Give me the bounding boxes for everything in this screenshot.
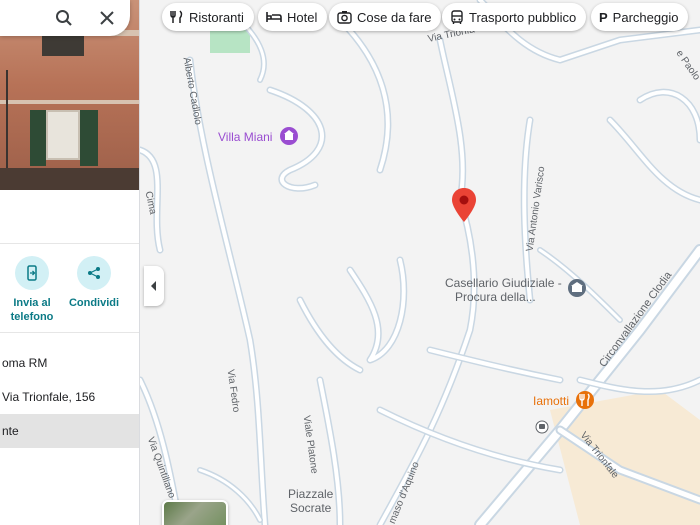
- share-icon: [77, 256, 111, 290]
- restaurant-marker-icon[interactable]: [575, 390, 595, 410]
- poi-villa-miani[interactable]: Villa Miani: [218, 130, 272, 144]
- chip-trasporto-pubblico-label: Trasporto pubblico: [469, 9, 577, 25]
- info-row-city[interactable]: oma RM: [0, 346, 139, 380]
- info-row-highlighted[interactable]: nte: [0, 414, 139, 448]
- close-button[interactable]: [94, 5, 120, 31]
- share-label: Condividi: [68, 297, 120, 309]
- camera-icon: [337, 10, 352, 24]
- chip-trasporto-pubblico[interactable]: Trasporto pubblico: [442, 3, 587, 31]
- poi-casellario-line1[interactable]: Casellario Giudiziale -: [445, 276, 562, 290]
- search-icon: [56, 10, 72, 26]
- chip-cose-da-fare[interactable]: Cose da fare: [329, 3, 442, 31]
- send-to-phone-button[interactable]: Invia al telefono: [0, 256, 67, 324]
- bed-icon: [266, 10, 282, 24]
- poi-piazzale-line1[interactable]: Piazzale: [288, 487, 333, 501]
- location-pin-icon[interactable]: [452, 188, 476, 222]
- send-to-phone-icon: [15, 256, 49, 290]
- chip-hotel-label: Hotel: [287, 9, 318, 25]
- bus-icon: [450, 9, 464, 25]
- send-to-phone-label-2: telefono: [10, 311, 54, 323]
- bus-stop-icon[interactable]: [535, 420, 549, 434]
- action-buttons: Invia al telefono Condividi: [0, 243, 139, 333]
- poi-casellario-line2[interactable]: Procura della...: [455, 290, 536, 304]
- place-panel: Invia al telefono Condividi oma RM Via T…: [0, 0, 140, 525]
- government-building-icon[interactable]: [567, 278, 587, 298]
- share-button[interactable]: Condividi: [59, 256, 129, 310]
- layers-thumbnail[interactable]: [162, 500, 228, 525]
- parking-icon: P: [599, 9, 608, 25]
- chip-cose-da-fare-label: Cose da fare: [357, 9, 432, 25]
- search-button[interactable]: [51, 5, 77, 31]
- chip-parcheggio-label: Parcheggio: [612, 9, 679, 25]
- close-icon: [100, 11, 114, 25]
- chip-ristoranti[interactable]: Ristoranti: [162, 3, 254, 31]
- chip-parcheggio[interactable]: P Parcheggio: [591, 3, 689, 31]
- map-roads: [140, 0, 700, 525]
- chevron-left-icon: [151, 281, 156, 291]
- search-box[interactable]: [0, 0, 130, 36]
- chip-ristoranti-label: Ristoranti: [189, 9, 244, 25]
- fork-knife-icon: [170, 10, 184, 24]
- send-to-phone-label-1: Invia al: [13, 297, 51, 309]
- collapse-panel-button[interactable]: [144, 266, 164, 306]
- poi-piazzale-line2[interactable]: Socrate: [290, 501, 331, 515]
- info-row-address[interactable]: Via Trionfale, 156: [0, 380, 139, 414]
- chip-hotel[interactable]: Hotel: [258, 3, 328, 31]
- map-canvas[interactable]: Villa Miani Casellario Giudiziale - Proc…: [140, 0, 700, 525]
- poi-iamotti[interactable]: Iamotti: [533, 394, 569, 408]
- villa-miani-icon[interactable]: [279, 126, 299, 146]
